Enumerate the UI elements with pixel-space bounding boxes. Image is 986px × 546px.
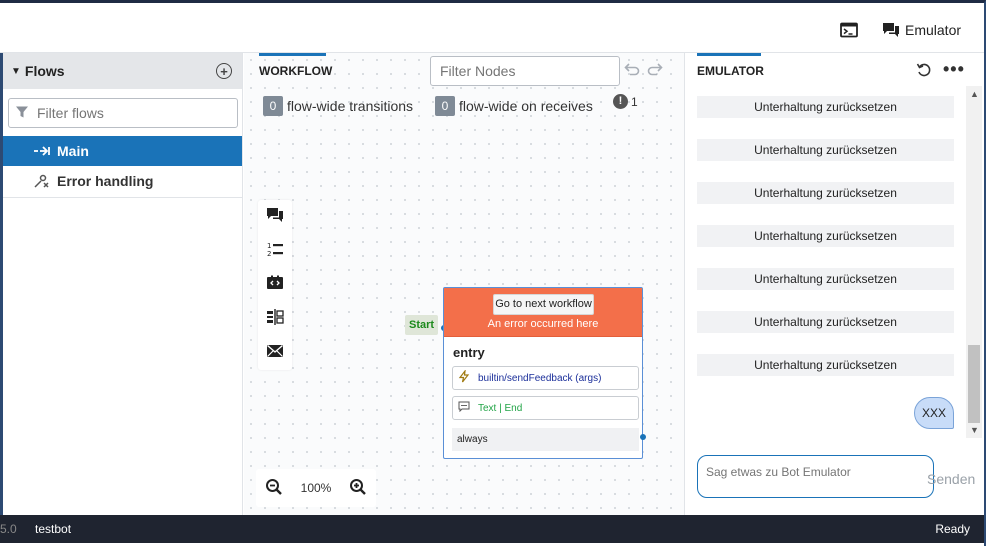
warnings-count: 1	[631, 94, 638, 109]
terminal-button[interactable]	[840, 17, 858, 43]
envelope-icon	[266, 344, 284, 363]
scroll-up-icon[interactable]: ▲	[970, 89, 979, 99]
start-marker: Start	[405, 315, 439, 335]
code-block-icon	[266, 275, 284, 296]
flow-wide-transitions-button[interactable]: 0 flow-wide transitions	[263, 96, 413, 116]
transitions-label: flow-wide transitions	[287, 98, 414, 114]
receives-label: flow-wide on receives	[459, 98, 593, 114]
sidebar-item-label: Main	[57, 143, 89, 159]
version-label: 5.0	[0, 522, 17, 536]
node-transition[interactable]: always	[452, 428, 639, 451]
emulator-toggle-button[interactable]: Emulator	[882, 17, 961, 43]
undo-icon[interactable]	[624, 62, 640, 81]
filter-flows-field[interactable]	[8, 98, 238, 128]
flow-arrow-icon	[33, 144, 51, 161]
flows-sidebar: ▼ Flows + Main Error handling	[0, 53, 243, 515]
lightning-icon	[458, 368, 470, 386]
system-message[interactable]: Unterhaltung zurücksetzen	[697, 225, 954, 247]
status-bar: 5.0 testbot Ready	[0, 515, 984, 543]
node-action-label: builtin/sendFeedback (args)	[478, 372, 602, 384]
workflow-title: WORKFLOW	[259, 64, 333, 78]
flows-title: Flows	[24, 63, 65, 79]
sidebar-item-main[interactable]: Main	[3, 136, 242, 166]
send-button[interactable]: Senden	[927, 471, 975, 487]
emulator-scrollbar[interactable]: ▲ ▼	[966, 86, 982, 438]
svg-text:2: 2	[267, 250, 271, 258]
chat-bubbles-icon	[266, 207, 284, 228]
system-message[interactable]: Unterhaltung zurücksetzen	[697, 139, 954, 161]
svg-text:1: 1	[267, 242, 271, 250]
zoom-level: 100%	[300, 481, 332, 495]
zoom-in-icon[interactable]	[349, 478, 367, 499]
sidebar-item-label: Error handling	[57, 173, 154, 189]
go-to-next-workflow-button[interactable]: Go to next workflow	[493, 294, 594, 315]
caret-down-icon: ▼	[11, 65, 21, 77]
numbered-list-icon: 12	[266, 240, 284, 263]
flows-list: Main Error handling	[3, 136, 242, 198]
emulator-panel: EMULATOR ••• Unterhaltung zurücksetzen U…	[684, 53, 984, 515]
system-message[interactable]: Unterhaltung zurücksetzen	[697, 354, 954, 376]
email-node-tool[interactable]	[258, 336, 292, 370]
add-flow-icon[interactable]: +	[216, 63, 232, 79]
node-title: entry	[453, 345, 485, 360]
system-message[interactable]: Unterhaltung zurücksetzen	[697, 182, 954, 204]
node-error-message: An error occurred here	[487, 318, 599, 330]
user-message[interactable]: XXX	[914, 397, 954, 429]
scroll-down-icon[interactable]: ▼	[970, 425, 979, 435]
reset-icon[interactable]	[916, 62, 932, 83]
emulator-label: Emulator	[905, 22, 962, 38]
bot-name[interactable]: testbot	[35, 522, 71, 536]
sidebar-item-error-handling[interactable]: Error handling	[3, 166, 242, 196]
emulator-title: EMULATOR	[697, 64, 764, 78]
system-message[interactable]: Unterhaltung zurücksetzen	[697, 96, 954, 118]
filter-flows-input[interactable]	[37, 105, 227, 121]
more-options-icon[interactable]: •••	[943, 59, 965, 80]
terminal-icon	[840, 22, 858, 38]
system-message[interactable]: Unterhaltung zurücksetzen	[697, 311, 954, 333]
message-input[interactable]	[706, 465, 906, 487]
warning-icon: !	[613, 94, 628, 109]
entry-node[interactable]: Go to next workflow An error occurred he…	[443, 287, 646, 459]
system-message[interactable]: Unterhaltung zurücksetzen	[697, 268, 954, 290]
action-node-tool[interactable]	[258, 268, 292, 302]
zoom-out-icon[interactable]	[265, 478, 283, 499]
split-columns-icon	[266, 308, 284, 330]
message-icon	[458, 401, 470, 415]
say-node-tool[interactable]	[258, 200, 292, 234]
filter-icon	[15, 105, 29, 122]
error-flow-icon	[33, 174, 51, 191]
node-toolbox: 12	[258, 200, 292, 370]
node-error-banner: Go to next workflow An error occurred he…	[444, 288, 642, 337]
zoom-controls: 100%	[256, 469, 376, 507]
transitions-count-badge: 0	[263, 96, 283, 116]
warnings-indicator[interactable]: ! 1	[613, 94, 638, 109]
status-text: Ready	[935, 522, 970, 536]
redo-icon[interactable]	[647, 62, 663, 81]
receives-count-badge: 0	[435, 96, 455, 116]
flows-header[interactable]: ▼ Flows +	[3, 53, 242, 89]
flow-wide-receives-button[interactable]: 0 flow-wide on receives	[435, 96, 593, 116]
router-node-tool[interactable]	[258, 302, 292, 336]
workflow-canvas[interactable]: WORKFLOW 0 flow-wide transitions 0 flow-…	[244, 53, 684, 515]
node-say-item[interactable]: Text | End	[452, 396, 639, 420]
chat-icon	[882, 22, 900, 38]
node-out-port[interactable]	[640, 434, 646, 440]
workflow-tab-indicator	[259, 53, 326, 56]
node-say-label: Text | End	[478, 402, 523, 414]
scroll-thumb[interactable]	[968, 345, 980, 423]
message-input-field[interactable]	[697, 455, 934, 498]
node-action-item[interactable]: builtin/sendFeedback (args)	[452, 366, 639, 390]
list-node-tool[interactable]: 12	[258, 234, 292, 268]
top-bar: Emulator	[0, 3, 984, 53]
emulator-tab-indicator	[697, 53, 761, 56]
filter-nodes-field[interactable]	[430, 56, 620, 86]
filter-nodes-input[interactable]	[440, 63, 610, 79]
